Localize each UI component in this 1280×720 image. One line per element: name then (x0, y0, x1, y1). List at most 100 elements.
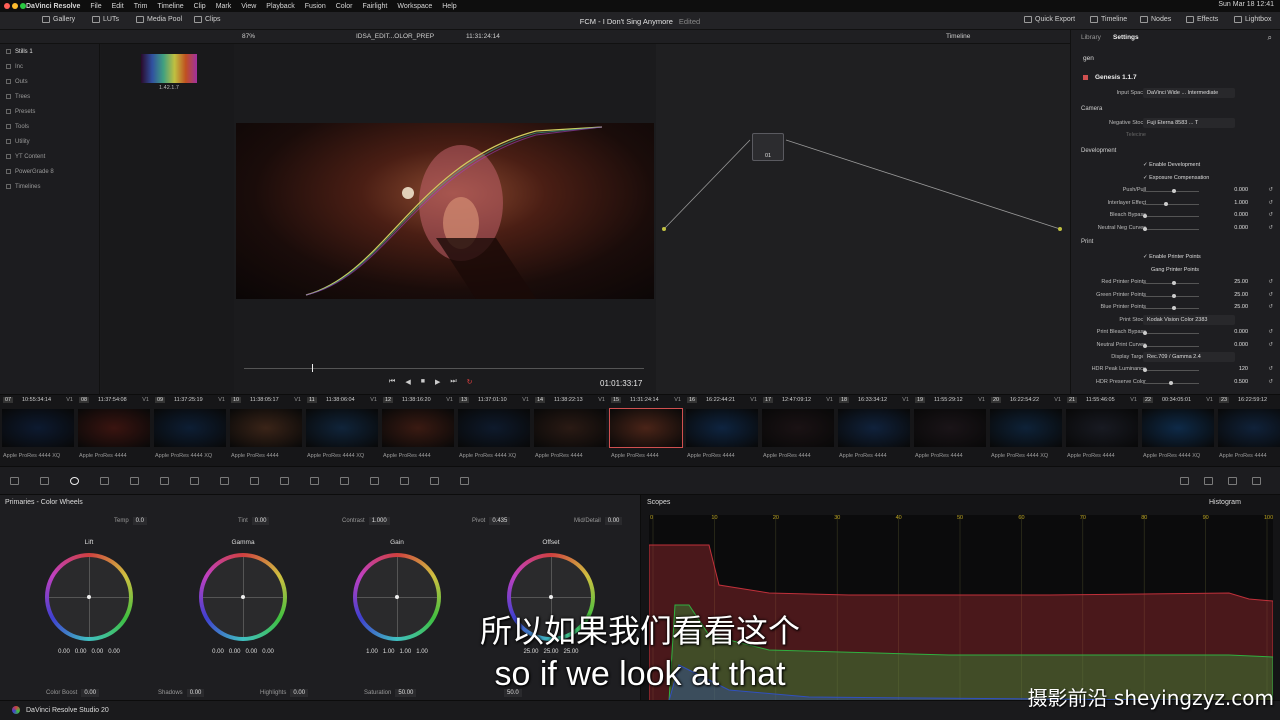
color-match-icon[interactable] (40, 477, 49, 485)
wheel-center-handle[interactable] (395, 595, 399, 599)
clip-thumbnail[interactable] (914, 409, 986, 447)
wheel-center-handle[interactable] (87, 595, 91, 599)
enable-printer-points-checkbox[interactable]: ✓ Enable Printer Points (1143, 254, 1201, 260)
clip-thumbnail-item[interactable]: 2316:22:59:12V1Apple ProRes 4444 (1216, 395, 1280, 467)
slider-knob[interactable] (1171, 306, 1176, 311)
clip-thumbnail-item[interactable]: 20 16:22:54:22 V1 Apple ProRes 4444 XQ (988, 395, 1064, 467)
reset-icon[interactable]: ↺ (1268, 212, 1273, 218)
gallery-album-item[interactable]: YT Content (0, 149, 99, 164)
gallery-album-item[interactable]: Inc (0, 59, 99, 74)
search-icon[interactable]: ⌕ (1268, 33, 1272, 43)
go-to-start-icon[interactable]: ⏮ (389, 378, 395, 386)
reset-icon[interactable]: ↺ (1268, 304, 1273, 310)
slider-knob[interactable] (1171, 281, 1176, 285)
clip-thumbnail[interactable] (686, 409, 758, 447)
menu-file[interactable]: File (90, 3, 101, 10)
clip-thumbnail-item[interactable]: 15 11:31:24:14 V1 Apple ProRes 4444 (608, 395, 684, 467)
reset-icon[interactable]: ↺ (1268, 225, 1273, 231)
input-space-dropdown[interactable]: DaVinci Wide ... Intermediate (1143, 88, 1235, 98)
clip-thumbnail[interactable] (838, 409, 910, 447)
slider-track[interactable] (1143, 201, 1199, 206)
camera-raw-icon[interactable] (10, 477, 19, 485)
color-warper-icon[interactable] (190, 477, 199, 485)
tint-value[interactable]: 0.00 (251, 517, 270, 525)
menu-playback[interactable]: Playback (266, 3, 294, 10)
gallery-album-item[interactable]: PowerGrade 8 (0, 164, 99, 179)
slider-value[interactable]: 0.000 (1210, 187, 1248, 193)
rgb-mixer-icon[interactable] (100, 477, 109, 485)
effects-toggle-button[interactable]: Effects (1186, 16, 1218, 23)
clip-thumbnail[interactable] (1218, 409, 1280, 447)
reset-icon[interactable]: ↺ (1268, 342, 1273, 348)
slider-value[interactable]: 1.000 (1210, 200, 1248, 206)
menu-workspace[interactable]: Workspace (397, 3, 432, 10)
slider-track[interactable] (1143, 380, 1199, 385)
clip-thumbnail[interactable] (1142, 409, 1214, 447)
settings-icon[interactable] (1252, 477, 1261, 485)
camera-section-header[interactable]: Camera (1081, 106, 1102, 112)
gang-printer-points-label[interactable]: Gang Printer Points (1151, 267, 1199, 273)
clip-thumbnail-item[interactable]: 17 12:47:09:12 V1 Apple ProRes 4444 (760, 395, 836, 467)
gallery-album-item[interactable]: Utility (0, 134, 99, 149)
slider-value[interactable]: 0.000 (1210, 329, 1248, 335)
tracker-icon[interactable] (280, 477, 289, 485)
stop-icon[interactable]: ■ (421, 378, 425, 386)
qualifier-icon[interactable] (220, 477, 229, 485)
slider-track[interactable] (1143, 189, 1199, 193)
clip-thumbnail-item[interactable]: 22 00:34:05:01 V1 Apple ProRes 4444 XQ (1140, 395, 1216, 467)
clip-thumbnail[interactable] (306, 409, 378, 447)
clip-thumbnail[interactable] (990, 409, 1062, 447)
timeline-toggle-button[interactable]: Timeline (1090, 16, 1127, 23)
slider-value[interactable]: 25.00 (1210, 292, 1248, 298)
slider-knob[interactable] (1171, 189, 1176, 193)
still-thumbnail[interactable] (141, 54, 197, 83)
menu-view[interactable]: View (241, 3, 256, 10)
development-section-header[interactable]: Development (1081, 148, 1116, 154)
print-section-header[interactable]: Print (1081, 239, 1093, 245)
zoom-dropdown[interactable]: 87% (242, 33, 255, 40)
menu-clip[interactable]: Clip (194, 3, 206, 10)
clip-thumbnail-item[interactable]: 10 11:38:05:17 V1 Apple ProRes 4444 (228, 395, 304, 467)
menu-trim[interactable]: Trim (134, 3, 148, 10)
window-icon[interactable] (250, 477, 259, 485)
slider-knob[interactable] (1143, 368, 1147, 372)
slider-knob[interactable] (1171, 293, 1176, 298)
menu-davinci-resolve[interactable]: DaVinci Resolve (26, 3, 80, 10)
slider-track[interactable] (1143, 306, 1199, 311)
corrector-node[interactable]: 01 (752, 133, 784, 161)
scope-mode-dropdown[interactable]: Histogram (1209, 499, 1241, 506)
slider-track[interactable] (1143, 226, 1199, 231)
print-stock-dropdown[interactable]: Kodak Vision Color 2383 (1143, 315, 1235, 325)
display-target-dropdown[interactable]: Rec.709 / Gamma 2.4 (1143, 352, 1235, 362)
slider-knob[interactable] (1143, 226, 1147, 231)
contrast-value[interactable]: 1.000 (368, 517, 390, 525)
temp-param[interactable]: Temp 0.0 (114, 517, 148, 525)
motion-effects-icon[interactable] (130, 477, 139, 485)
nodes-toggle-button[interactable]: Nodes (1140, 16, 1171, 23)
minimize-window-icon[interactable] (12, 3, 18, 9)
reset-icon[interactable]: ↺ (1268, 329, 1273, 335)
clip-thumbnail[interactable] (609, 408, 683, 448)
pivot-value[interactable]: 0.435 (489, 517, 511, 525)
clip-thumbnail-item[interactable]: 11 11:38:06:04 V1 Apple ProRes 4444 XQ (304, 395, 380, 467)
slider-knob[interactable] (1143, 214, 1147, 219)
clip-thumbnail-item[interactable]: 09 11:37:25:19 V1 Apple ProRes 4444 XQ (152, 395, 228, 467)
slider-track[interactable] (1143, 293, 1199, 298)
lightbox-button[interactable]: Lightbox (1234, 16, 1271, 23)
enable-development-checkbox[interactable]: ✓ Enable Development (1143, 162, 1200, 168)
viewer-frame[interactable] (236, 123, 654, 299)
reset-icon[interactable]: ↺ (1268, 379, 1273, 385)
viewer-scrubber[interactable] (244, 368, 644, 369)
slider-track[interactable] (1143, 331, 1199, 335)
reset-icon[interactable]: ↺ (1268, 292, 1273, 298)
node-mode-dropdown[interactable]: Timeline (946, 33, 970, 40)
3d-icon[interactable] (430, 477, 439, 485)
quick-export-button[interactable]: Quick Export (1024, 16, 1075, 23)
key-icon[interactable] (370, 477, 379, 485)
play-icon[interactable]: ▶ (435, 378, 440, 386)
clip-thumbnail[interactable] (154, 409, 226, 447)
clip-thumbnail-item[interactable]: 16 16:22:44:21 V1 Apple ProRes 4444 (684, 395, 760, 467)
slider-knob[interactable] (1163, 201, 1168, 206)
wheel-center-handle[interactable] (241, 595, 245, 599)
contrast-param[interactable]: Contrast 1.000 (342, 517, 390, 525)
